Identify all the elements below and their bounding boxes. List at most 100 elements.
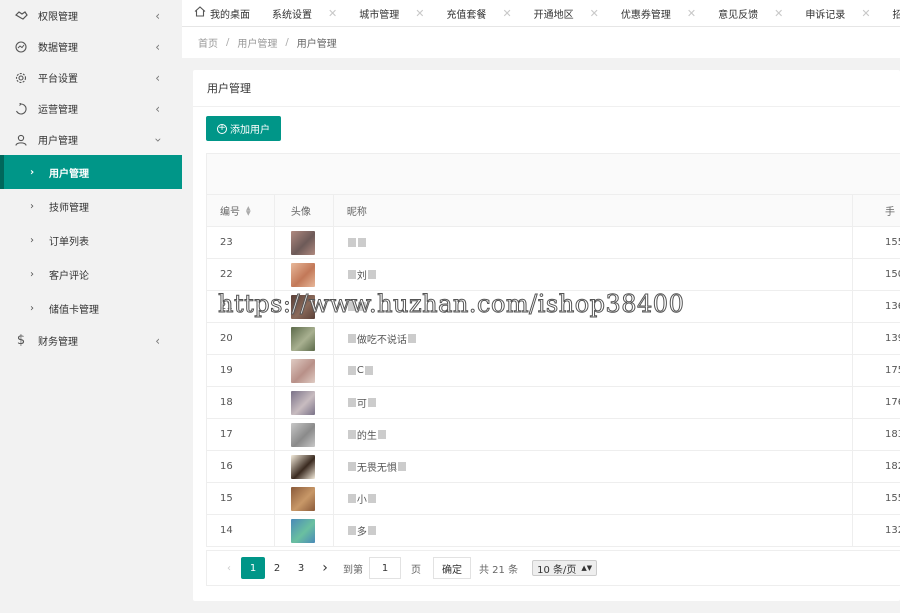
page-button-2[interactable]: 2 bbox=[265, 557, 289, 579]
breadcrumb-section[interactable]: 用户管理 bbox=[237, 35, 277, 50]
cell-phone: 155 bbox=[885, 493, 900, 504]
sidebar-item-users[interactable]: 用户管理 ‹ bbox=[0, 124, 182, 155]
next-page-button[interactable]: › bbox=[313, 557, 337, 579]
chevron-left-icon: ‹ bbox=[155, 101, 160, 116]
breadcrumb-current: 用户管理 bbox=[296, 39, 337, 50]
close-icon[interactable]: ✕ bbox=[502, 7, 511, 20]
sidebar-item-finance[interactable]: $ 财务管理 ‹ bbox=[0, 325, 182, 356]
table-row[interactable]: 20 做吃不说话 139 bbox=[207, 323, 900, 355]
confirm-button[interactable]: 确定 bbox=[433, 557, 471, 579]
table-row[interactable]: 15 小 155 bbox=[207, 483, 900, 515]
column-header-id[interactable]: 编号 ▲ ▼ bbox=[207, 195, 275, 226]
table-row[interactable]: 16 无畏无惧 182 bbox=[207, 451, 900, 483]
cell-avatar bbox=[275, 515, 334, 546]
tab-complaints[interactable]: 申诉记录 ✕ bbox=[793, 0, 880, 26]
table-row[interactable]: 21 136 bbox=[207, 291, 900, 323]
cell-avatar bbox=[275, 451, 334, 482]
chevron-down-icon: ‹ bbox=[150, 137, 165, 142]
page-size-value: 10 条/页 bbox=[537, 564, 577, 576]
sidebar-subitem-label: 用户管理 bbox=[49, 168, 89, 180]
page-unit-label: 页 bbox=[411, 564, 421, 576]
close-icon[interactable]: ✕ bbox=[687, 7, 696, 20]
tab-desktop[interactable]: 我的桌面 bbox=[182, 0, 260, 26]
tab-open-regions[interactable]: 开通地区 ✕ bbox=[522, 0, 609, 26]
home-icon bbox=[194, 6, 206, 20]
cell-nickname bbox=[334, 227, 854, 258]
tab-system-settings[interactable]: 系统设置 ✕ bbox=[260, 0, 347, 26]
table-row[interactable]: 14 多 132 bbox=[207, 515, 900, 547]
sidebar-subitem-label: 客户评论 bbox=[49, 270, 89, 282]
table-row[interactable]: 18 可 176 bbox=[207, 387, 900, 419]
nickname-text: 多 bbox=[356, 527, 367, 538]
breadcrumb-separator: / bbox=[226, 37, 230, 48]
cycle-icon bbox=[14, 102, 28, 116]
page-title: 用户管理 bbox=[193, 70, 900, 107]
sidebar-subitem-stored-value-cards[interactable]: › 储值卡管理 bbox=[0, 291, 182, 325]
sidebar-item-label: 数据管理 bbox=[38, 43, 78, 54]
pagination: ‹ 1 2 3 › 到第 页 确定 共 21 条 10 条/页 ▲▼ bbox=[206, 550, 900, 586]
table-row[interactable]: 17 的生 183 bbox=[207, 419, 900, 451]
sidebar-item-label: 财务管理 bbox=[38, 337, 78, 348]
chevron-left-icon: ‹ bbox=[155, 70, 160, 85]
close-icon[interactable]: ✕ bbox=[861, 7, 870, 20]
redacted-block bbox=[347, 334, 356, 343]
redacted-block bbox=[347, 302, 356, 311]
redacted-block bbox=[377, 430, 386, 439]
cell-nickname bbox=[334, 291, 854, 322]
sort-icon[interactable]: ▲ ▼ bbox=[246, 205, 251, 216]
table-header: 编号 ▲ ▼ 头像 昵称 手 bbox=[207, 194, 900, 227]
tab-recruit[interactable]: 招 bbox=[881, 0, 900, 26]
tab-recharge-packages[interactable]: 充值套餐 ✕ bbox=[434, 0, 521, 26]
table-row[interactable]: 23 155 bbox=[207, 227, 900, 259]
cell-id: 21 bbox=[207, 291, 275, 322]
sidebar-subitem-label: 订单列表 bbox=[49, 236, 89, 248]
sidebar-subitem-reviews[interactable]: › 客户评论 bbox=[0, 257, 182, 291]
add-user-button[interactable]: + 添加用户 bbox=[206, 116, 281, 141]
column-header-phone: 手 bbox=[885, 207, 896, 218]
prev-page-button[interactable]: ‹ bbox=[217, 557, 241, 579]
page-button-3[interactable]: 3 bbox=[289, 557, 313, 579]
sidebar-item-permissions[interactable]: 权限管理 ‹ bbox=[0, 0, 182, 31]
sidebar-item-label: 用户管理 bbox=[38, 136, 78, 147]
tab-coupons[interactable]: 优惠券管理 ✕ bbox=[609, 0, 706, 26]
avatar bbox=[290, 422, 315, 447]
nickname-text: 无畏无惧 bbox=[356, 463, 397, 474]
sidebar-subitem-technicians[interactable]: › 技师管理 bbox=[0, 189, 182, 223]
table-row[interactable]: 22 刘 150 bbox=[207, 259, 900, 291]
sidebar-item-operations[interactable]: 运营管理 ‹ bbox=[0, 93, 182, 124]
tab-label: 招 bbox=[893, 6, 900, 21]
redacted-block bbox=[367, 270, 376, 279]
plus-circle-icon: + bbox=[217, 123, 227, 134]
close-icon[interactable]: ✕ bbox=[774, 7, 783, 20]
cell-id: 18 bbox=[207, 387, 275, 418]
breadcrumb-home[interactable]: 首页 bbox=[198, 35, 218, 50]
add-user-label: 添加用户 bbox=[230, 125, 270, 136]
goto-page-input[interactable] bbox=[369, 557, 401, 579]
redacted-block bbox=[347, 366, 356, 375]
redacted-block bbox=[347, 494, 356, 503]
avatar bbox=[290, 486, 315, 511]
nickname-text: 的生 bbox=[356, 431, 377, 442]
close-icon[interactable]: ✕ bbox=[590, 7, 599, 20]
page-button-1[interactable]: 1 bbox=[241, 557, 265, 579]
page-size-select[interactable]: 10 条/页 ▲▼ bbox=[532, 560, 598, 576]
tab-label: 城市管理 bbox=[359, 9, 400, 21]
tab-feedback[interactable]: 意见反馈 ✕ bbox=[706, 0, 793, 26]
tab-city-management[interactable]: 城市管理 ✕ bbox=[347, 0, 434, 26]
cell-id: 16 bbox=[207, 451, 275, 482]
sidebar-item-data[interactable]: 数据管理 ‹ bbox=[0, 31, 182, 62]
select-arrows-icon: ▲▼ bbox=[581, 564, 593, 572]
cell-id: 23 bbox=[207, 227, 275, 258]
sidebar-subitem-users[interactable]: › 用户管理 bbox=[0, 155, 182, 189]
redacted-block bbox=[397, 462, 406, 471]
cell-phone: 136 bbox=[885, 301, 900, 312]
sidebar-subitem-orders[interactable]: › 订单列表 bbox=[0, 223, 182, 257]
sidebar-item-platform-settings[interactable]: 平台设置 ‹ bbox=[0, 62, 182, 93]
cell-avatar bbox=[275, 483, 334, 514]
redacted-block bbox=[357, 302, 366, 311]
close-icon[interactable]: ✕ bbox=[328, 7, 337, 20]
cell-nickname: 刘 bbox=[334, 259, 854, 290]
redacted-block bbox=[367, 494, 376, 503]
table-row[interactable]: 19 C 175 bbox=[207, 355, 900, 387]
close-icon[interactable]: ✕ bbox=[415, 7, 424, 20]
